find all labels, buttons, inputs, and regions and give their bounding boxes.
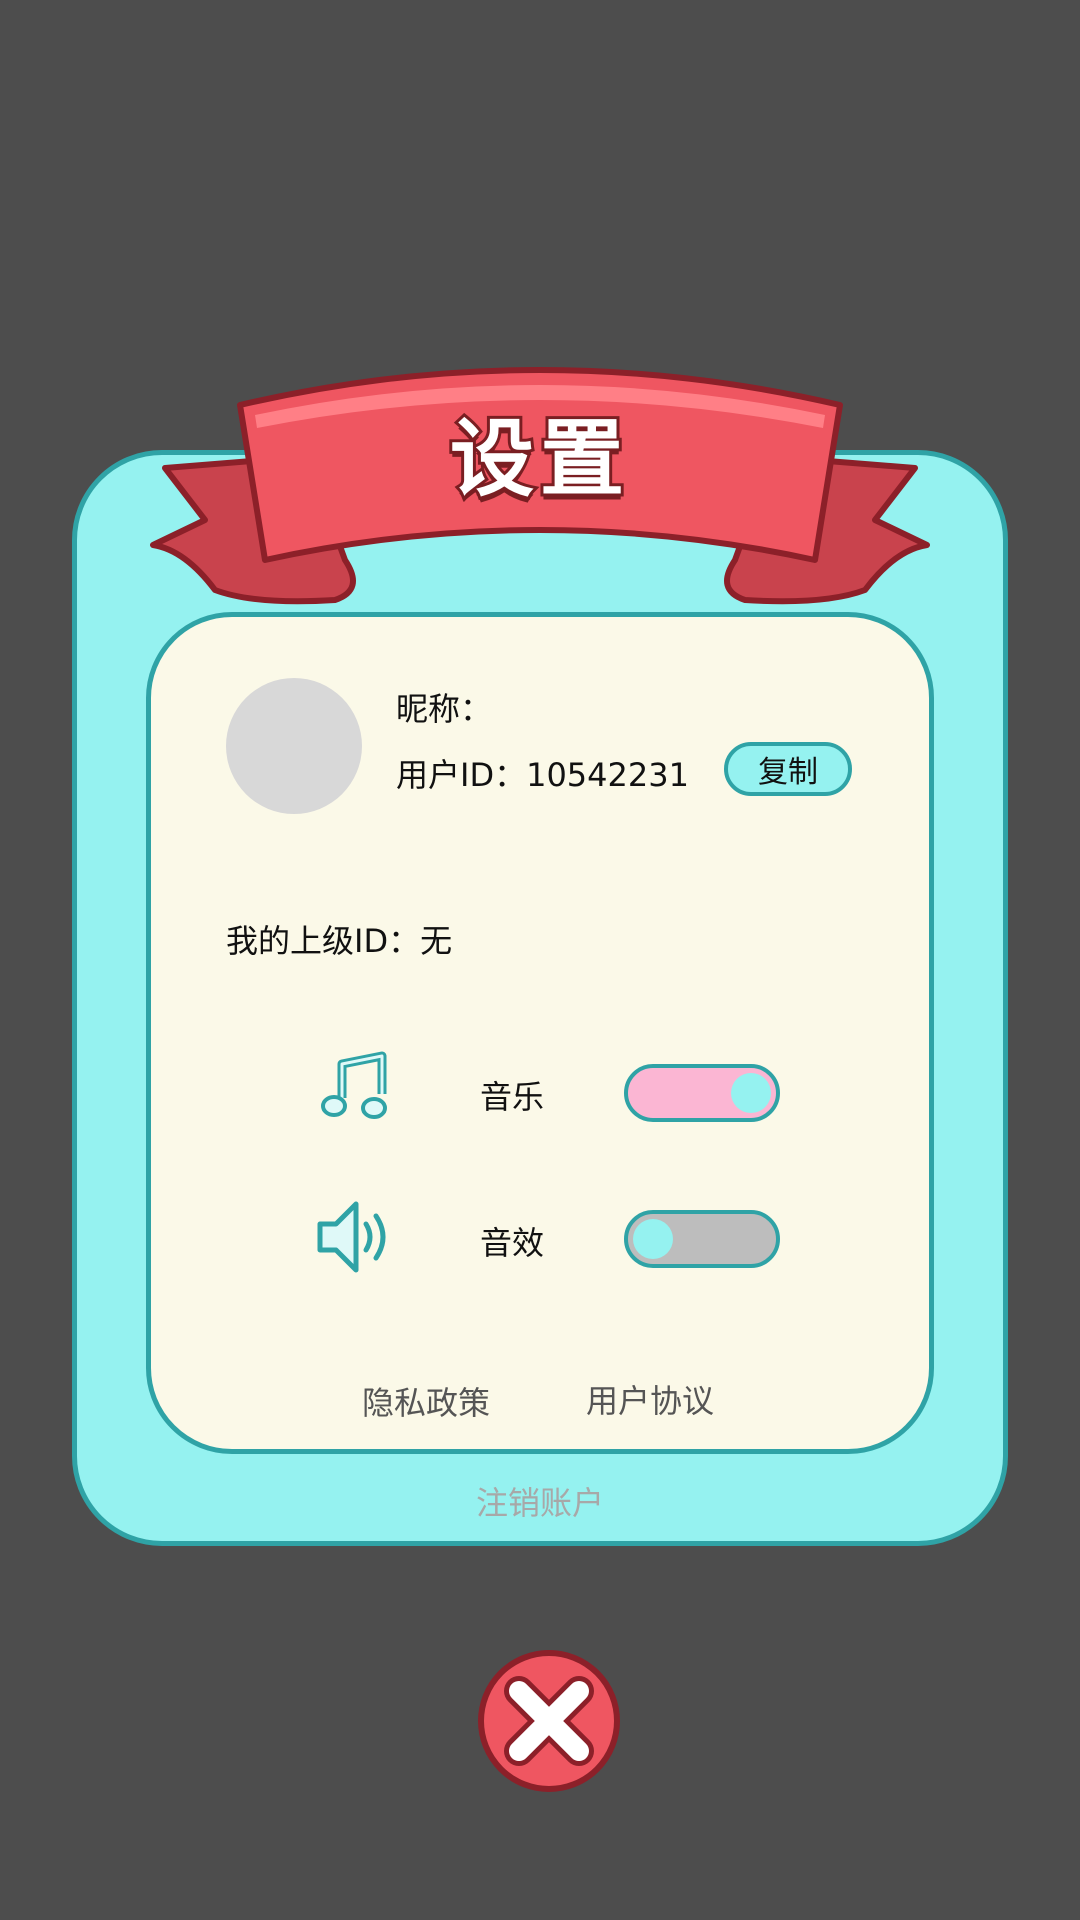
close-icon[interactable] <box>476 1648 622 1794</box>
toggle-knob <box>731 1073 771 1113</box>
sound-label: 音效 <box>480 1224 545 1262</box>
copy-button[interactable]: 复制 <box>724 742 852 796</box>
nickname-label: 昵称： <box>396 690 493 728</box>
user-id-label: 用户ID：10542231 <box>396 756 689 794</box>
music-note-icon <box>321 1051 387 1119</box>
parent-id-label: 我的上级ID：无 <box>226 922 453 960</box>
page-title: 设置 <box>447 407 630 511</box>
toggle-knob <box>633 1219 673 1259</box>
deactivate-account-link[interactable]: 注销账户 <box>0 1478 1080 1524</box>
settings-screen: 设置 昵称： 用户ID：10542231 复制 我的上级ID：无 音乐 音效 隐… <box>0 0 1080 1920</box>
user-agreement-link[interactable]: 用户协议 <box>586 1376 714 1422</box>
music-toggle[interactable] <box>624 1064 780 1122</box>
music-label: 音乐 <box>480 1078 545 1116</box>
avatar <box>226 678 362 814</box>
sound-toggle[interactable] <box>624 1210 780 1268</box>
privacy-policy-link[interactable]: 隐私政策 <box>362 1378 490 1424</box>
speaker-icon <box>317 1201 386 1273</box>
